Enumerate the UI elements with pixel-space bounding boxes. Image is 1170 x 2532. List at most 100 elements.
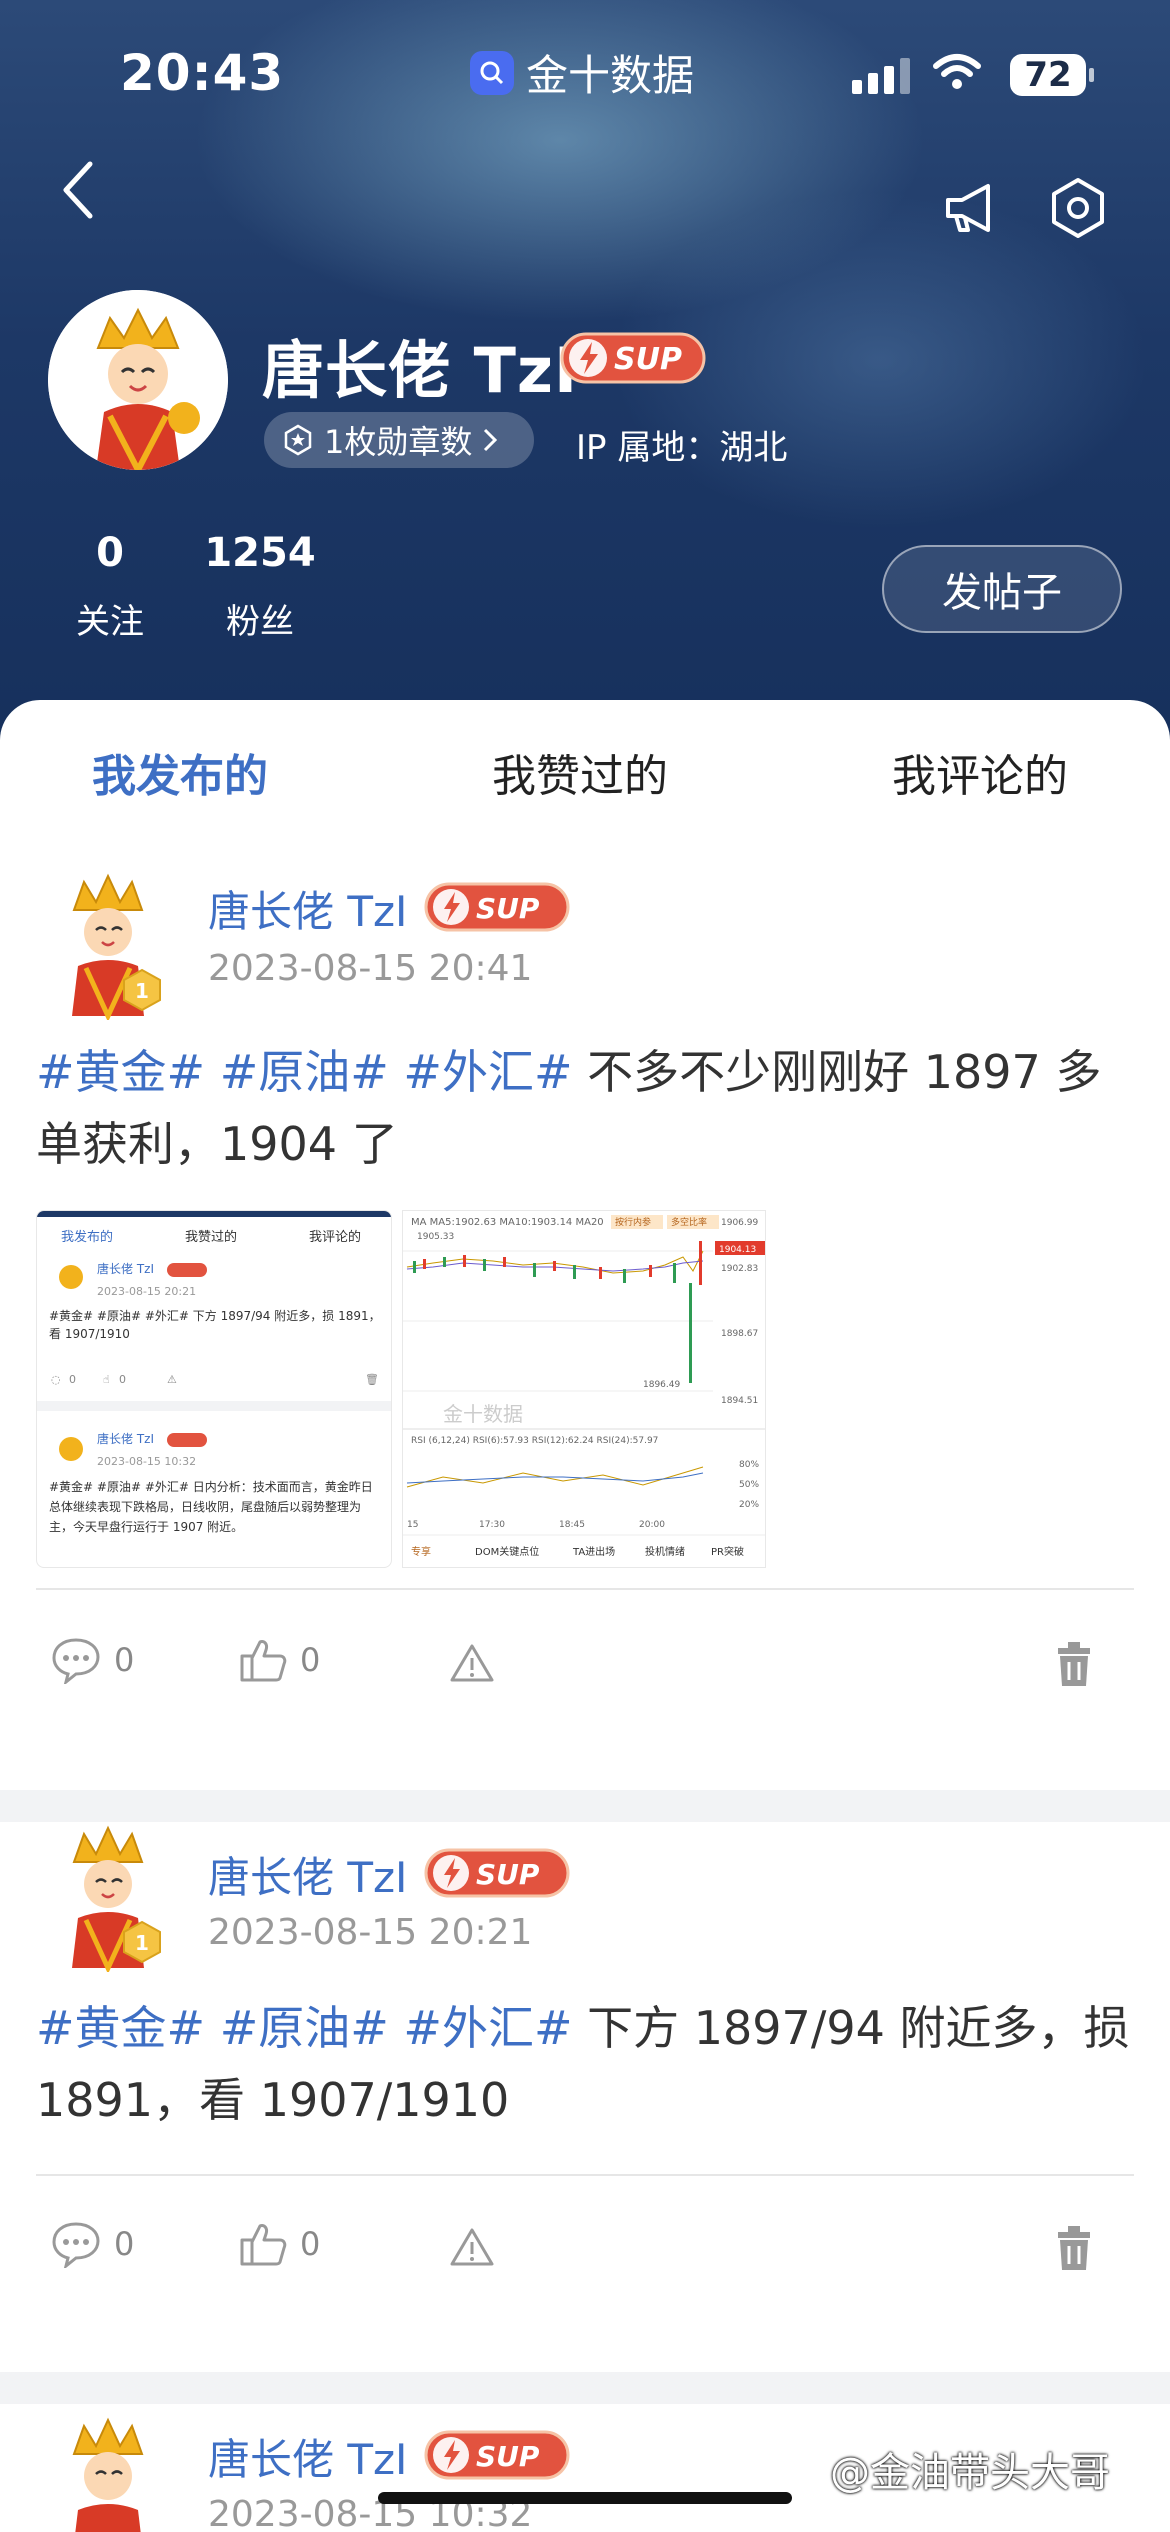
thumb2-high: 1905.33 (417, 1232, 454, 1242)
comment-count: 0 (114, 1641, 135, 1679)
thumb2-bottom-0: 专享 (411, 1545, 431, 1558)
thumb2-time-1: 17:30 (479, 1520, 505, 1530)
svg-text:☝: ☝ (103, 1373, 110, 1386)
status-bar: 20:43 金十数据 72 (0, 0, 1170, 140)
thumb2-btn2: 多空比率 (671, 1216, 707, 1228)
post-author[interactable]: 唐长佬 TzI (208, 2426, 407, 2487)
tab-my-posts[interactable]: 我发布的 (92, 740, 268, 804)
thumb2-low: 1896.49 (643, 1380, 680, 1390)
post-image-2[interactable]: MA MA5:1902.63 MA10:1903.14 MA20 按行内参 多空… (402, 1210, 766, 1568)
like-button[interactable]: 0 (238, 2220, 320, 2268)
svg-text:1: 1 (135, 979, 149, 1003)
svg-text:◌: ◌ (51, 1373, 61, 1386)
app-logo-icon (470, 50, 514, 95)
thumb2-price-4: 1894.51 (721, 1396, 758, 1406)
profile-header: 20:43 金十数据 72 唐长佬 TzI SUP 1枚勋章数 IP 属地：湖北… (0, 0, 1170, 760)
following-label: 关注 (76, 602, 144, 642)
settings-icon[interactable] (1046, 176, 1110, 240)
post-separator (0, 2372, 1170, 2404)
sup-badge: SUP (424, 1848, 570, 1898)
thumb2-price-2: 1902.83 (721, 1264, 758, 1274)
post-separator (0, 1790, 1170, 1822)
comment-button[interactable]: 0 (50, 1636, 134, 1684)
thumb2-rsi-1: 50% (739, 1480, 759, 1490)
post-avatar[interactable]: 1 (38, 1822, 178, 1972)
post-content[interactable]: #黄金# #原油# #外汇# 不多不少刚刚好 1897 多单获利，1904 了 (36, 1036, 1136, 1180)
like-count: 0 (300, 1641, 321, 1679)
svg-text:SUP: SUP (476, 1858, 540, 1891)
thumb1-p2-text: #黄金# #原油# #外汇# 日内分析：技术面而言，黄金昨日总体继续表现下跌格局… (49, 1480, 373, 1534)
thumb2-bottom-4: PR突破 (711, 1545, 744, 1558)
thumb1-p1-name: 唐长佬 TzI (97, 1261, 154, 1276)
app-name: 金十数据 (526, 51, 695, 100)
thumb1-p1-time: 2023-08-15 20:21 (97, 1285, 196, 1298)
back-chevron-icon[interactable] (52, 150, 112, 230)
post-tags[interactable]: #黄金# #原油# #外汇# (36, 1045, 573, 1099)
thumb2-time-0: 15 (407, 1520, 418, 1530)
report-icon[interactable] (448, 1642, 496, 1684)
new-post-button[interactable]: 发帖子 (882, 545, 1122, 633)
thumb1-p1-comments: 0 (69, 1373, 76, 1386)
fans-stat[interactable]: 1254 粉丝 (200, 530, 320, 643)
thumb2-price-3: 1898.67 (721, 1329, 758, 1339)
thumb2-price-0: 1906.99 (721, 1218, 758, 1228)
fans-label: 粉丝 (226, 602, 294, 642)
svg-text:SUP: SUP (614, 342, 682, 377)
post-card: 1 唐长佬 TzI SUP 2023-08-15 20:41 #黄金# #原油#… (0, 830, 1170, 1790)
delete-icon[interactable] (1052, 2224, 1096, 2272)
profile-name: 唐长佬 TzI (262, 334, 579, 407)
comment-count: 0 (114, 2225, 135, 2263)
sup-badge: SUP (424, 2430, 570, 2480)
medals-button[interactable]: 1枚勋章数 (264, 412, 534, 468)
tab-liked[interactable]: 我赞过的 (492, 740, 668, 804)
svg-text:⚠: ⚠ (167, 1373, 177, 1386)
post-author[interactable]: 唐长佬 TzI (208, 878, 407, 939)
thumb1-tab-0: 我发布的 (61, 1229, 113, 1245)
comment-icon (52, 1638, 100, 1684)
post-avatar[interactable] (38, 2414, 178, 2532)
following-stat[interactable]: 0 关注 (70, 530, 150, 643)
battery-tip (1089, 68, 1094, 82)
thumb1-p1-text: #黄金# #原油# #外汇# 下方 1897/94 附近多，损 1891，看 1… (49, 1309, 381, 1341)
status-time: 20:43 (120, 44, 285, 102)
thumb1-p1-likes: 0 (119, 1373, 126, 1386)
post-tags[interactable]: #黄金# #原油# #外汇# (36, 2001, 573, 2055)
post-avatar[interactable]: 1 (38, 870, 178, 1020)
thumb1-tab-2: 我评论的 (309, 1229, 361, 1245)
thumb1-p2-time: 2023-08-15 10:32 (97, 1455, 196, 1468)
delete-icon[interactable] (1052, 1640, 1096, 1688)
report-icon[interactable] (448, 2226, 496, 2268)
thumb2-rsi: RSI (6,12,24) RSI(6):57.93 RSI(12):62.24… (411, 1436, 658, 1446)
post-image-1[interactable]: 我发布的 我赞过的 我评论的 唐长佬 TzI 2023-08-15 20:21 … (36, 1210, 392, 1568)
megaphone-icon[interactable] (940, 176, 1004, 240)
thumb2-price-1: 1904.13 (719, 1245, 756, 1255)
svg-text:SUP: SUP (476, 2440, 540, 2473)
tab-commented[interactable]: 我评论的 (892, 740, 1068, 804)
fans-count: 1254 (204, 530, 316, 576)
thumb2-watermark: 金十数据 (443, 1402, 523, 1426)
comment-icon (52, 2222, 100, 2268)
medal-icon (284, 424, 312, 456)
comment-button[interactable]: 0 (50, 2220, 134, 2268)
thumb2-rsi-2: 20% (739, 1500, 759, 1510)
thumb1-p2-name: 唐长佬 TzI (97, 1431, 154, 1446)
sup-badge: SUP (560, 332, 706, 384)
svg-text:SUP: SUP (476, 892, 540, 925)
thumb2-ma: MA MA5:1902.63 MA10:1903.14 MA20 (411, 1217, 604, 1228)
like-button[interactable]: 0 (238, 1636, 320, 1684)
battery-icon: 72 (1010, 54, 1086, 96)
like-count: 0 (300, 2225, 321, 2263)
profile-avatar[interactable] (48, 290, 228, 470)
post-content[interactable]: #黄金# #原油# #外汇# 下方 1897/94 附近多，损 1891，看 1… (36, 1992, 1136, 2136)
chevron-right-icon (484, 428, 498, 452)
thumb2-bottom-2: TA进出场 (572, 1545, 615, 1558)
thumb2-time-3: 20:00 (639, 1520, 665, 1530)
medals-count: 1枚勋章数 (324, 423, 473, 461)
post-time: 2023-08-15 20:41 (208, 948, 533, 989)
home-indicator[interactable] (378, 2492, 792, 2504)
thumb2-time-2: 18:45 (559, 1520, 585, 1530)
signal-icon (852, 58, 910, 94)
ip-location: IP 属地：湖北 (576, 428, 788, 468)
post-author[interactable]: 唐长佬 TzI (208, 1844, 407, 1905)
post-divider (36, 2174, 1134, 2176)
